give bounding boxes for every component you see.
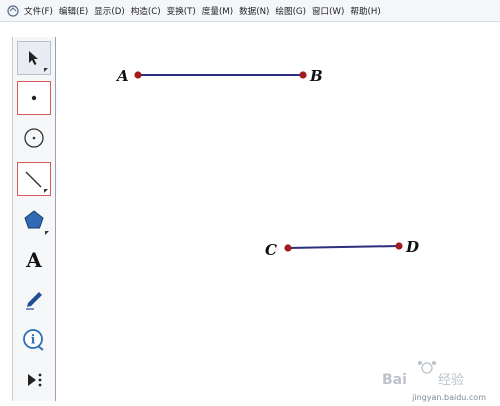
- point-b-label[interactable]: B: [309, 67, 323, 85]
- play-more-icon: [28, 373, 42, 387]
- arrow-select-tool[interactable]: [17, 41, 51, 75]
- menu-display[interactable]: 显示(D): [94, 5, 131, 17]
- submenu-indicator-icon: [45, 231, 49, 235]
- svg-text:Bai: Bai: [382, 372, 407, 388]
- polygon-tool[interactable]: [17, 203, 51, 237]
- point-icon: [31, 95, 37, 101]
- menu-data[interactable]: 数据(N): [239, 5, 275, 17]
- info-icon: i: [23, 329, 44, 351]
- point-b[interactable]: [299, 71, 307, 79]
- straightedge-tool[interactable]: [17, 162, 51, 196]
- svg-text:i: i: [31, 333, 36, 347]
- menu-graph[interactable]: 绘图(G): [275, 5, 312, 17]
- pen-icon: [26, 292, 42, 310]
- menu-transform[interactable]: 变换(T): [167, 5, 202, 17]
- circle-icon: [24, 128, 44, 148]
- menu-construct[interactable]: 构造(C): [131, 5, 167, 17]
- menu-measure[interactable]: 度量(M): [202, 5, 239, 17]
- menu-bar: 文件(F) 编辑(E) 显示(D) 构造(C) 变换(T) 度量(M) 数据(N…: [0, 0, 500, 22]
- menu-help[interactable]: 帮助(H): [350, 5, 386, 17]
- compass-tool[interactable]: [17, 121, 51, 155]
- custom-tool[interactable]: [17, 363, 51, 397]
- marker-tool[interactable]: [17, 283, 51, 317]
- menu-edit[interactable]: 编辑(E): [59, 5, 94, 17]
- letter-a-icon: A: [26, 248, 42, 272]
- point-tool[interactable]: [17, 81, 51, 115]
- arrow-icon: [29, 51, 38, 65]
- point-a[interactable]: [134, 71, 142, 79]
- point-d-label[interactable]: D: [405, 238, 419, 256]
- svg-text:经验: 经验: [438, 372, 464, 388]
- menu-window[interactable]: 窗口(W): [312, 5, 350, 17]
- information-tool[interactable]: i: [17, 323, 51, 357]
- point-c-label[interactable]: C: [265, 241, 277, 259]
- text-tool[interactable]: A: [17, 243, 51, 277]
- point-a-label[interactable]: A: [115, 67, 129, 85]
- sketch-canvas[interactable]: A B C D: [57, 23, 500, 406]
- app-icon[interactable]: [6, 4, 20, 18]
- point-d[interactable]: [395, 242, 403, 250]
- submenu-indicator-icon: [44, 189, 48, 193]
- point-c[interactable]: [284, 244, 292, 252]
- submenu-indicator-icon: [44, 68, 48, 72]
- segment-cd[interactable]: [287, 245, 400, 249]
- pentagon-icon: [24, 210, 44, 229]
- watermark-url: jingyan.baidu.com: [412, 393, 486, 402]
- segment-icon: [25, 171, 42, 188]
- menu-file[interactable]: 文件(F): [24, 5, 59, 17]
- tool-palette: A i: [12, 37, 56, 401]
